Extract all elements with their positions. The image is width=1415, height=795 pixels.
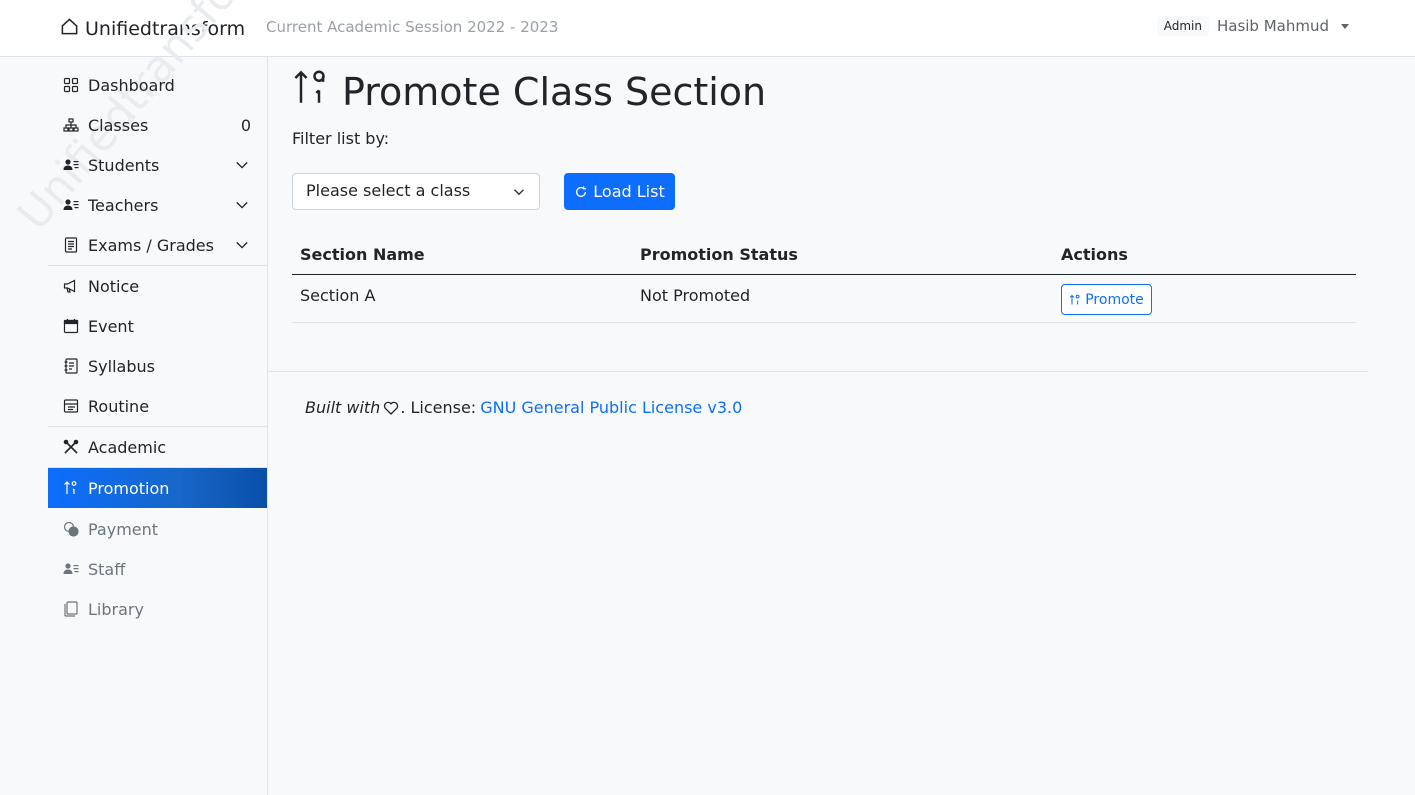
sort-numeric-up-icon <box>1069 294 1080 304</box>
heart-icon <box>384 401 399 415</box>
sidebar-item-payment[interactable]: Payment <box>48 509 267 549</box>
sidebar-item-label: Classes <box>88 115 149 135</box>
sidebar-item-library[interactable]: Library <box>48 589 267 629</box>
brand-name: Unifiedtransform <box>85 18 246 40</box>
sidebar-item-students[interactable]: Students <box>48 145 267 185</box>
calendar-grid-icon <box>63 398 79 414</box>
person-lines-icon <box>63 157 79 173</box>
footer-divider <box>268 371 1368 372</box>
sidebar-item-label: Dashboard <box>88 75 175 95</box>
sidebar-item-notice[interactable]: Notice <box>48 266 267 306</box>
promotion-status-cell: Not Promoted <box>640 286 751 305</box>
sidebar-item-label: Promotion <box>88 478 170 498</box>
column-header-promotion-status: Promotion Status <box>640 245 798 264</box>
promote-button[interactable]: Promote <box>1061 284 1152 315</box>
top-navbar: Unifiedtransform Current Academic Sessio… <box>0 0 1415 57</box>
filter-label: Filter list by: <box>292 129 390 148</box>
class-select[interactable]: Please select a class <box>292 173 540 210</box>
diagram-icon <box>63 117 79 133</box>
license-link[interactable]: GNU General Public License v3.0 <box>480 398 742 417</box>
house-icon <box>60 17 79 41</box>
section-name-cell: Section A <box>300 286 376 305</box>
caret-down-icon <box>1341 23 1349 29</box>
academic-session-text: Current Academic Session 2022 - 2023 <box>266 18 559 36</box>
sidebar-item-academic[interactable]: Academic <box>48 427 267 467</box>
sort-numeric-up-icon <box>292 69 328 114</box>
sidebar-item-label: Routine <box>88 396 150 416</box>
chevron-down-icon <box>236 241 248 249</box>
built-with-text: Built with <box>305 398 381 417</box>
sidebar-item-teachers[interactable]: Teachers <box>48 185 267 225</box>
sidebar-item-label: Exams / Grades <box>88 235 214 255</box>
brand-link[interactable]: Unifiedtransform <box>60 16 245 42</box>
sidebar-item-label: Syllabus <box>88 356 155 376</box>
dashboard-icon <box>63 77 79 93</box>
arrow-clockwise-icon <box>576 185 587 197</box>
license-prefix: . License: <box>400 398 477 417</box>
role-badge: Admin <box>1156 16 1209 36</box>
calendar-icon <box>63 318 79 334</box>
column-header-actions: Actions <box>1061 245 1128 264</box>
sidebar-item-promotion[interactable]: Promotion <box>48 468 267 508</box>
load-list-button[interactable]: Load List <box>564 173 675 210</box>
sidebar-item-label: Students <box>88 155 160 175</box>
table-row: Section A Not Promoted Promote <box>292 275 1356 323</box>
page-title-text: Promote Class Section <box>342 69 767 114</box>
chevron-down-icon <box>236 201 248 209</box>
journals-icon <box>63 601 79 617</box>
user-name: Hasib Mahmud <box>1216 17 1329 35</box>
sidebar-item-label: Library <box>88 599 144 619</box>
sort-numeric-up-icon <box>63 480 79 496</box>
page-title: Promote Class Section <box>292 69 766 114</box>
sidebar-item-classes[interactable]: Classes 0 <box>48 105 267 145</box>
sidebar-item-routine[interactable]: Routine <box>48 386 267 426</box>
sidebar-item-exams-grades[interactable]: Exams / Grades <box>48 225 267 265</box>
sidebar-item-event[interactable]: Event <box>48 306 267 346</box>
footer: Built with . License: GNU General Public… <box>305 398 742 417</box>
sidebar-item-label: Payment <box>88 519 159 539</box>
table-header: Section Name Promotion Status Actions <box>292 237 1356 275</box>
tools-icon <box>63 439 79 455</box>
coins-icon <box>63 521 79 537</box>
sidebar-item-syllabus[interactable]: Syllabus <box>48 346 267 386</box>
sidebar-item-dashboard[interactable]: Dashboard <box>48 65 267 105</box>
main-content: Promote Class Section Filter list by: Pl… <box>268 57 1368 795</box>
promote-label: Promote <box>1085 291 1144 308</box>
sidebar-item-label: Academic <box>88 437 167 457</box>
megaphone-icon <box>63 278 79 294</box>
sidebar-item-label: Notice <box>88 276 140 296</box>
chevron-down-icon <box>236 161 248 169</box>
load-list-label: Load List <box>593 182 665 201</box>
sidebar-item-label: Event <box>88 316 134 336</box>
chevron-down-icon <box>513 189 525 196</box>
sidebar: Unifiedtransform Dashboard Classes 0 Stu… <box>8 0 285 795</box>
class-select-value: Please select a class <box>306 181 471 200</box>
sidebar-item-label: Teachers <box>88 195 159 215</box>
user-menu-toggle[interactable]: Admin Hasib Mahmud <box>1156 16 1349 36</box>
classes-count: 0 <box>240 115 251 135</box>
person-lines-icon <box>63 197 79 213</box>
sidebar-item-label: Staff <box>88 559 126 579</box>
column-header-section-name: Section Name <box>300 245 425 264</box>
person-lines-icon <box>63 561 79 577</box>
file-text-icon <box>63 237 79 253</box>
sidebar-item-staff[interactable]: Staff <box>48 549 267 589</box>
journal-text-icon <box>63 358 79 374</box>
